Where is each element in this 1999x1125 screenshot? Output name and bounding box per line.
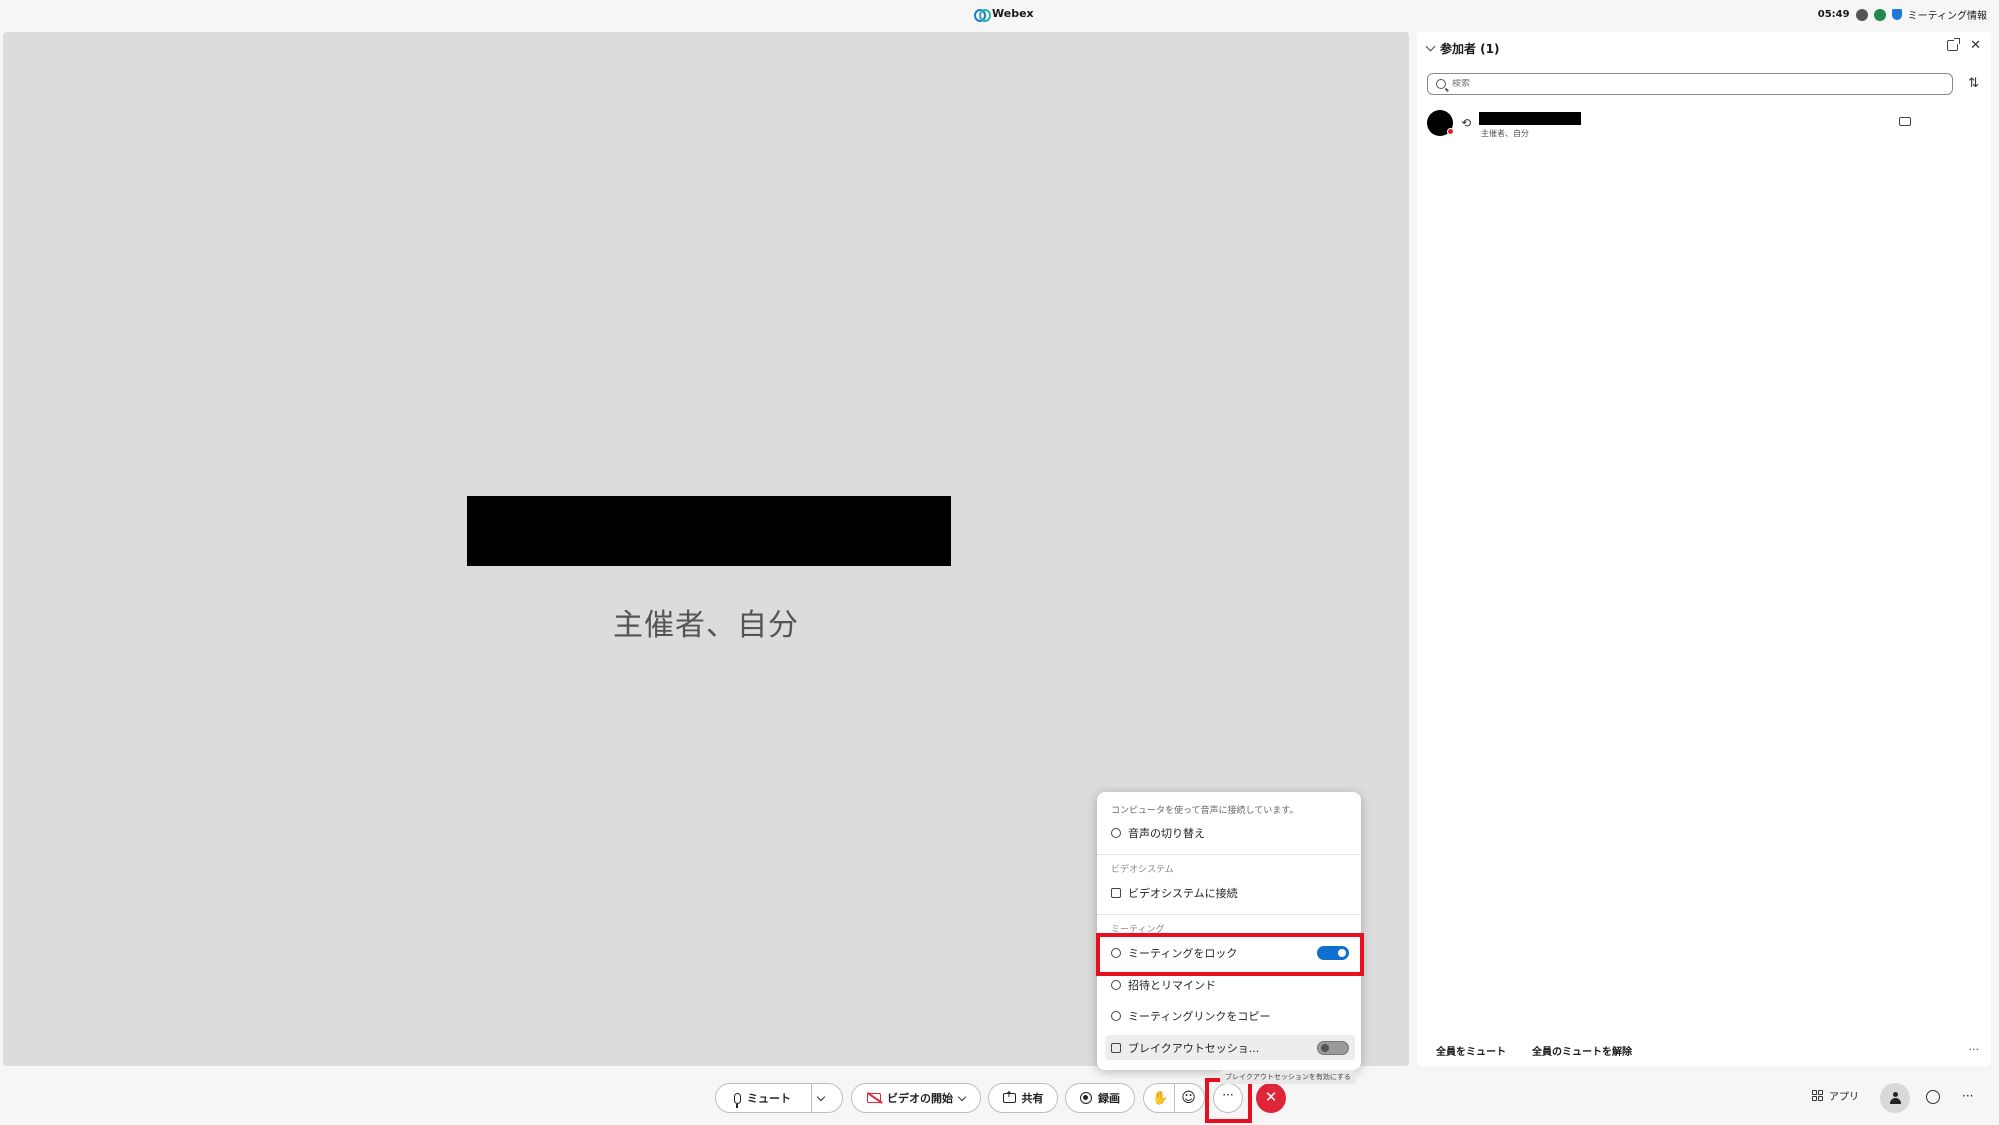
- connect-video-system-item[interactable]: ビデオシステムに接続: [1111, 882, 1349, 904]
- highlight-box: [1205, 1078, 1252, 1123]
- more-options-menu: コンピュータを使って音声に接続しています。 音声の切り替え ビデオシステム ビデ…: [1097, 792, 1361, 1070]
- popout-icon[interactable]: [1947, 38, 1961, 51]
- participant-search[interactable]: [1427, 73, 1953, 95]
- search-input[interactable]: [1452, 79, 1932, 89]
- shield-icon[interactable]: [1891, 9, 1902, 20]
- mute-button[interactable]: ミュート: [715, 1083, 843, 1113]
- unmute-all-button[interactable]: 全員のミュートを解除: [1532, 1043, 1632, 1058]
- camera-off-icon: [867, 1093, 881, 1103]
- signal-icon[interactable]: [1873, 8, 1886, 21]
- invite-remind-item[interactable]: 招待とリマインド: [1111, 974, 1349, 996]
- app-title: Webex: [992, 7, 1034, 20]
- breakout-item[interactable]: ブレイクアウトセッショ...: [1105, 1035, 1355, 1060]
- person-icon: [1889, 1092, 1901, 1104]
- participants-toggle-button[interactable]: [1880, 1083, 1910, 1113]
- clock: 05:49: [1817, 9, 1850, 20]
- participant-role: 主催者、自分: [1481, 129, 1529, 138]
- redacted-participant-name: [1479, 112, 1581, 125]
- webex-logo-icon: [974, 9, 991, 22]
- microphone-icon: [734, 1092, 741, 1108]
- sort-icon[interactable]: ⇅: [1968, 76, 1979, 91]
- list-item[interactable]: ⟲ 主催者、自分: [1427, 110, 1967, 140]
- audio-status-note: コンピュータを使って音声に接続しています。: [1111, 806, 1299, 816]
- copy-link-item[interactable]: ミーティングリンクをコピー: [1111, 1005, 1349, 1027]
- apps-button[interactable]: アプリ: [1812, 1088, 1859, 1103]
- chevron-down-icon[interactable]: [816, 1092, 826, 1101]
- video-tile-label: 主催者、自分: [613, 608, 799, 643]
- titlebar-status: 05:49 ミーティング情報: [1818, 7, 1987, 22]
- share-label: 共有: [1021, 1092, 1044, 1105]
- divider: [1097, 914, 1361, 915]
- title-bar: Webex 05:49 ミーティング情報: [0, 0, 1999, 30]
- end-meeting-button[interactable]: ✕: [1256, 1083, 1286, 1113]
- breakout-tooltip: ブレイクアウトセッションを有効にする: [1220, 1070, 1356, 1084]
- participants-header[interactable]: 参加者 (1): [1425, 40, 1500, 57]
- connect-video-system-label: ビデオシステムに接続: [1128, 887, 1238, 900]
- breakout-grid-icon: [1111, 1042, 1121, 1053]
- status-icon[interactable]: [1855, 8, 1868, 21]
- breakout-toggle[interactable]: [1317, 1040, 1349, 1055]
- record-label: 録画: [1098, 1092, 1120, 1105]
- start-video-label: ビデオの開始: [887, 1092, 953, 1105]
- window-title: Webex: [974, 7, 1034, 22]
- divider: [1097, 854, 1361, 855]
- divider: [1174, 1083, 1176, 1113]
- link-icon: [1111, 1011, 1121, 1021]
- record-button[interactable]: 録画: [1065, 1083, 1135, 1113]
- audio-icon: [1111, 828, 1121, 838]
- highlight-box: [1096, 933, 1364, 976]
- emoji-icon[interactable]: ☺: [1181, 1090, 1196, 1106]
- person-add-icon: [1111, 980, 1121, 990]
- section-video-system: ビデオシステム: [1111, 865, 1174, 875]
- participants-panel: 参加者 (1) ✕ ⇅ ⟲ 主催者、自分 全員をミュート 全員のミュートを解除 …: [1417, 32, 1991, 1066]
- apps-label: アプリ: [1829, 1092, 1859, 1103]
- video-system-icon: [1111, 888, 1121, 898]
- muted-badge-icon: [1447, 128, 1454, 135]
- mute-all-button[interactable]: 全員をミュート: [1436, 1043, 1506, 1058]
- breakout-label: ブレイクアウトセッショ...: [1128, 1041, 1260, 1055]
- share-icon: [1002, 1090, 1016, 1103]
- chevron-down-icon[interactable]: [957, 1092, 967, 1101]
- chat-icon[interactable]: [1926, 1090, 1940, 1104]
- audio-connection-icon: ⟲: [1461, 116, 1472, 130]
- close-icon[interactable]: ✕: [1970, 39, 1981, 52]
- redacted-name: [467, 496, 951, 566]
- more-button[interactable]: ···: [1962, 1089, 1973, 1103]
- reactions-group[interactable]: ✋ ☺: [1143, 1083, 1205, 1113]
- panel-controls: ✕: [1947, 38, 1981, 52]
- chevron-down-icon[interactable]: [1425, 41, 1436, 52]
- panel-footer: 全員をミュート 全員のミュートを解除: [1436, 1043, 1632, 1058]
- switch-audio-label: 音声の切り替え: [1128, 827, 1205, 840]
- mute-label: ミュート: [747, 1092, 791, 1105]
- meeting-info-link[interactable]: ミーティング情報: [1908, 7, 1987, 22]
- captions-icon[interactable]: [1899, 117, 1911, 126]
- panel-more-button[interactable]: ···: [1969, 1043, 1980, 1056]
- participants-title: 参加者 (1): [1440, 42, 1500, 56]
- search-icon: [1436, 79, 1446, 89]
- copy-link-label: ミーティングリンクをコピー: [1128, 1010, 1271, 1023]
- divider: [811, 1083, 812, 1113]
- share-button[interactable]: 共有: [988, 1083, 1058, 1113]
- record-icon: [1080, 1092, 1092, 1104]
- raise-hand-icon[interactable]: ✋: [1152, 1091, 1168, 1106]
- start-video-button[interactable]: ビデオの開始: [851, 1083, 981, 1113]
- invite-remind-label: 招待とリマインド: [1128, 979, 1216, 992]
- switch-audio-item[interactable]: 音声の切り替え: [1111, 822, 1349, 844]
- apps-icon: [1812, 1089, 1824, 1102]
